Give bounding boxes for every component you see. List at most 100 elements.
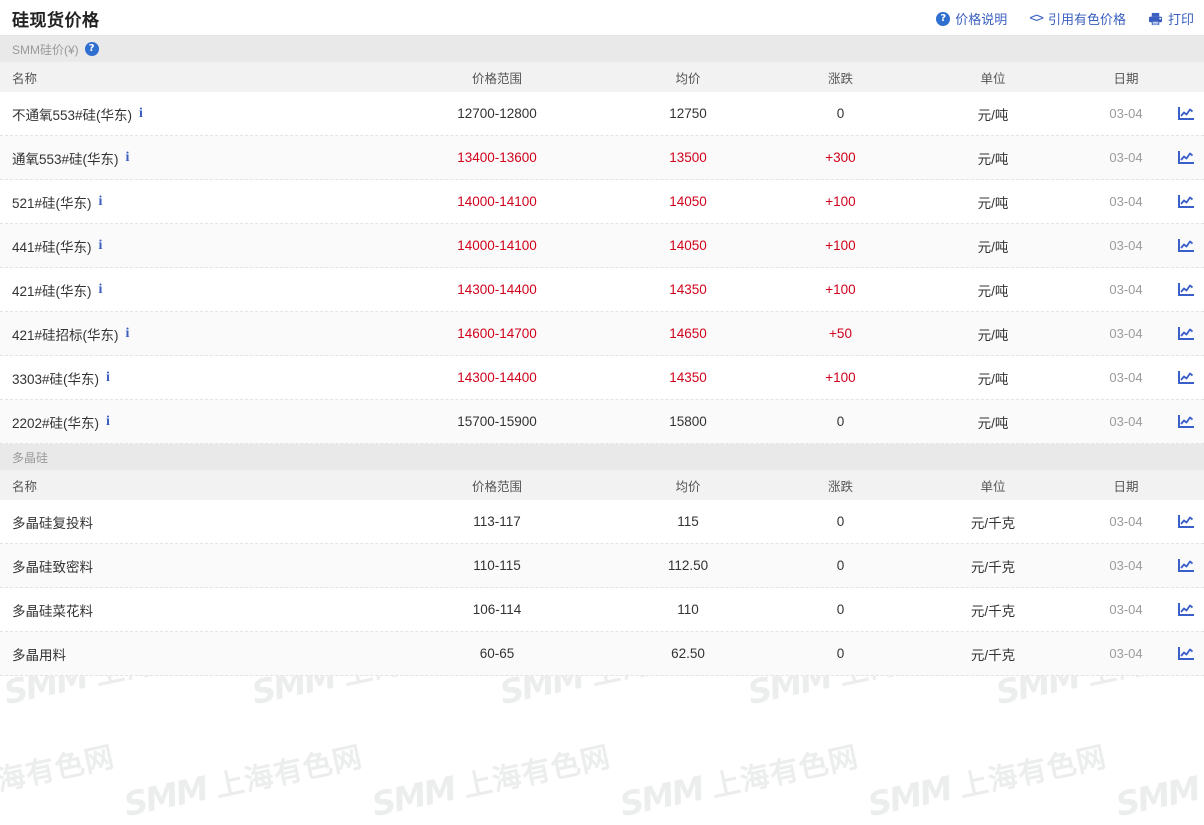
cell-change: 0 (836, 414, 845, 429)
cell-average: 112.50 (667, 558, 709, 573)
cell-average: 14350 (669, 282, 707, 297)
cell-price-range: 14000-14100 (457, 194, 537, 209)
cell-date: 03-04 (1109, 106, 1143, 121)
cell-name: 521#硅(华东) i (0, 192, 396, 212)
column-header-change: 涨跌 (827, 479, 853, 494)
cell-date: 03-04 (1109, 370, 1143, 385)
group-header-0: SMM硅价(¥)? (0, 36, 1204, 62)
cell-change: 0 (836, 106, 845, 121)
info-icon[interactable]: i (99, 282, 103, 298)
table-row[interactable]: 441#硅(华东) i 14000-14100 14050 +100 元/吨 03-04 (0, 224, 1204, 268)
column-header-name: 名称 (12, 71, 38, 86)
cell-unit: 元/吨 (977, 371, 1009, 387)
cell-date: 03-04 (1109, 238, 1143, 253)
cell-change: 0 (836, 514, 845, 529)
cell-price-range: 113-117 (473, 514, 521, 529)
table-row[interactable]: 521#硅(华东) i 14000-14100 14050 +100 元/吨 03-04 (0, 180, 1204, 224)
cell-price-range: 14300-14400 (457, 370, 537, 385)
cell-name: 多晶硅菜花料 (0, 600, 396, 620)
cell-price-range: 12700-12800 (457, 106, 537, 121)
table-row[interactable]: 不通氧553#硅(华东) i 12700-12800 12750 0 元/吨 03-04 (0, 92, 1204, 136)
cell-price-range: 60-65 (479, 646, 515, 661)
table-row[interactable]: 421#硅(华东) i 14300-14400 14350 +100 元/吨 03-04 (0, 268, 1204, 312)
line-chart-icon[interactable] (1169, 238, 1204, 253)
product-name: 通氧553#硅(华东) (12, 151, 119, 167)
page-title: 硅现货价格 (12, 11, 100, 30)
table-row[interactable]: 421#硅招标(华东) i 14600-14700 14650 +50 元/吨 03-04 (0, 312, 1204, 356)
cell-unit: 元/吨 (977, 151, 1009, 167)
cell-average: 12750 (669, 106, 707, 121)
line-chart-icon[interactable] (1169, 414, 1204, 429)
column-header-row: 名称 价格范围 均价 涨跌 单位 日期 (0, 62, 1204, 92)
product-name: 多晶硅菜花料 (12, 603, 93, 619)
cell-change: +100 (825, 282, 856, 297)
cell-unit: 元/吨 (977, 239, 1009, 255)
info-icon[interactable]: i (139, 106, 143, 122)
line-chart-icon[interactable] (1169, 370, 1204, 385)
cell-price-range: 15700-15900 (457, 414, 537, 429)
product-name: 441#硅(华东) (12, 239, 92, 255)
line-chart-icon[interactable] (1169, 282, 1204, 297)
column-header-name: 名称 (12, 479, 38, 494)
info-icon[interactable]: i (126, 326, 130, 342)
group-header-label: SMM硅价(¥) (12, 42, 79, 57)
line-chart-icon[interactable] (1169, 514, 1204, 529)
info-icon[interactable]: i (106, 370, 110, 386)
line-chart-icon[interactable] (1169, 602, 1204, 617)
cell-name: 多晶用料 (0, 644, 396, 664)
cell-change: 0 (836, 646, 845, 661)
product-name: 421#硅(华东) (12, 283, 92, 299)
cell-unit: 元/吨 (977, 415, 1009, 431)
cell-price-range: 14600-14700 (457, 326, 537, 341)
info-icon[interactable]: i (99, 238, 103, 254)
cell-name: 通氧553#硅(华东) i (0, 148, 396, 168)
info-icon[interactable]: i (126, 150, 130, 166)
line-chart-icon[interactable] (1169, 194, 1204, 209)
cell-name: 421#硅招标(华东) i (0, 324, 396, 344)
line-chart-icon[interactable] (1169, 558, 1204, 573)
price-description-button[interactable]: ? 价格说明 (936, 9, 1007, 28)
printer-icon (1148, 12, 1163, 26)
cell-average: 62.50 (671, 646, 705, 661)
cell-name: 多晶硅复投料 (0, 512, 396, 532)
print-button[interactable]: 打印 (1148, 9, 1194, 28)
cell-change: 0 (836, 558, 845, 573)
cell-average: 115 (677, 514, 699, 529)
cell-unit: 元/千克 (970, 647, 1016, 663)
column-header-unit: 单位 (980, 71, 1006, 86)
cell-date: 03-04 (1109, 282, 1143, 297)
line-chart-icon[interactable] (1169, 106, 1204, 121)
cell-average: 14350 (669, 370, 707, 385)
cell-date: 03-04 (1109, 558, 1143, 573)
quote-metal-price-button[interactable]: <> 引用有色价格 (1029, 9, 1126, 28)
cell-change: 0 (836, 602, 845, 617)
cell-unit: 元/吨 (977, 195, 1009, 211)
column-header-change: 涨跌 (827, 71, 853, 86)
column-header-date: 日期 (1113, 71, 1139, 86)
table-row[interactable]: 多晶硅复投料 113-117 115 0 元/千克 03-04 (0, 500, 1204, 544)
column-header-average: 均价 (675, 71, 701, 86)
info-icon[interactable]: i (99, 194, 103, 210)
question-circle-icon[interactable]: ? (84, 42, 99, 56)
table-row[interactable]: 多晶硅致密料 110-115 112.50 0 元/千克 03-04 (0, 544, 1204, 588)
line-chart-icon[interactable] (1169, 150, 1204, 165)
cell-date: 03-04 (1109, 514, 1143, 529)
cell-name: 3303#硅(华东) i (0, 368, 396, 388)
group-header-1: 多晶硅 (0, 444, 1204, 470)
table-row[interactable]: 多晶用料 60-65 62.50 0 元/千克 03-04 (0, 632, 1204, 676)
product-name: 多晶用料 (12, 647, 66, 663)
table-row[interactable]: 多晶硅菜花料 106-114 110 0 元/千克 03-04 (0, 588, 1204, 632)
table-row[interactable]: 2202#硅(华东) i 15700-15900 15800 0 元/吨 03-04 (0, 400, 1204, 444)
cell-change: +300 (825, 150, 856, 165)
table-row[interactable]: 通氧553#硅(华东) i 13400-13600 13500 +300 元/吨 03-04 (0, 136, 1204, 180)
cell-change: +100 (825, 194, 856, 209)
line-chart-icon[interactable] (1169, 326, 1204, 341)
table-row[interactable]: 3303#硅(华东) i 14300-14400 14350 +100 元/吨 03-04 (0, 356, 1204, 400)
info-icon[interactable]: i (106, 414, 110, 430)
line-chart-icon[interactable] (1169, 646, 1204, 661)
cell-date: 03-04 (1109, 602, 1143, 617)
cell-average: 13500 (669, 150, 707, 165)
cell-price-range: 110-115 (473, 558, 521, 573)
cell-unit: 元/吨 (977, 283, 1009, 299)
cell-name: 不通氧553#硅(华东) i (0, 104, 396, 124)
